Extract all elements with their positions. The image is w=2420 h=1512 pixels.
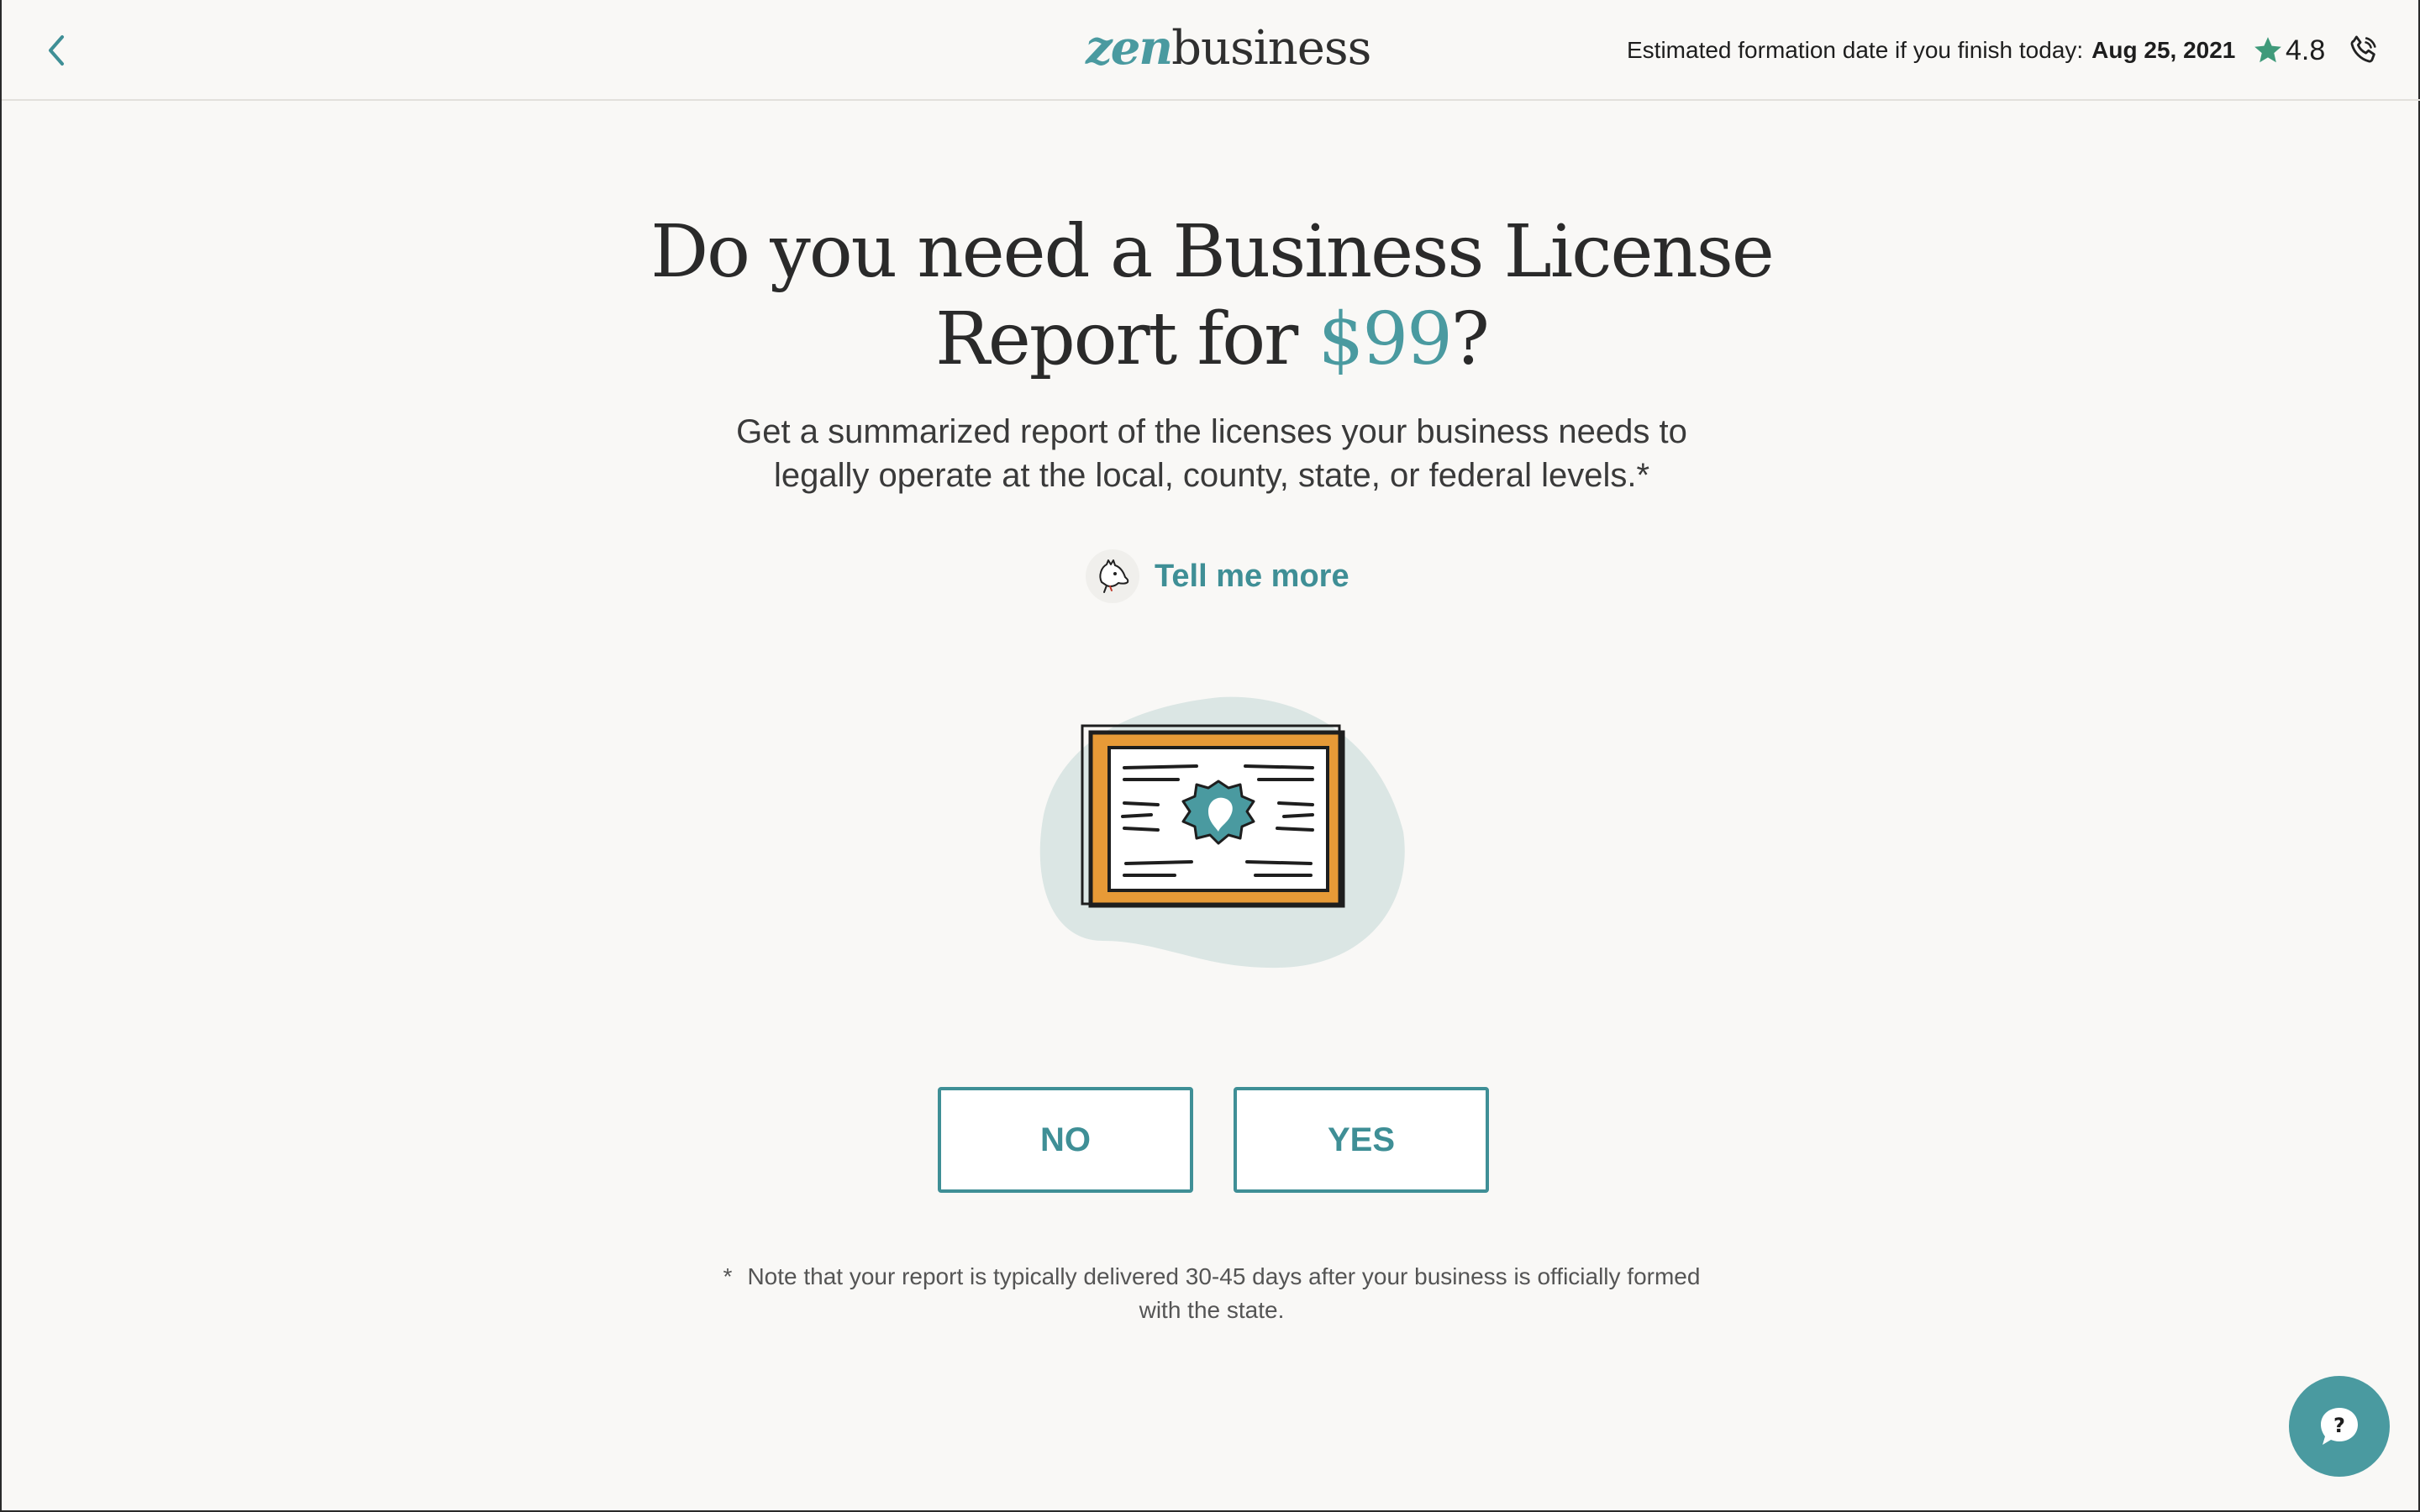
page-title: Do you need a Business License Report fo… [623,208,1800,383]
yes-button[interactable]: YES [1234,1087,1489,1193]
phone-button[interactable] [2348,34,2380,66]
footnote-asterisk: * [723,1263,733,1289]
back-button[interactable] [40,29,74,72]
top-header: zen business Estimated formation date if … [2,0,2420,101]
estimate-date: Aug 25, 2021 [2091,37,2236,63]
chevron-left-icon [49,35,64,66]
star-icon [2254,37,2281,63]
license-certificate-illustration [1010,689,1413,974]
title-text: Do you need a Business License Report fo… [650,210,1775,381]
question-chat-icon: ? [2321,1408,2358,1445]
logo-business: business [1171,21,1371,76]
title-end: ? [1450,297,1490,381]
estimate-label: Estimated formation date if you finish t… [1627,37,2084,63]
no-button[interactable]: NO [938,1087,1193,1193]
phone-icon [2350,35,2376,63]
tell-me-more-link[interactable]: Tell me more [1086,548,1349,605]
page-subtitle: Get a summarized report of the licenses … [736,413,1687,494]
logo-zen: zen [1086,20,1173,76]
title-price: $99 [1318,297,1453,381]
tell-me-more-label: Tell me more [1155,558,1349,594]
dog-mascot-icon [1086,549,1139,603]
footnote-text: Note that your report is typically deliv… [747,1263,1701,1323]
estimated-formation-date: Estimated formation date if you finish t… [1627,34,2235,67]
help-chat-button[interactable]: ? [2289,1376,2390,1477]
svg-text:?: ? [2333,1414,2345,1437]
page-frame: zen business Estimated formation date if … [0,0,2420,1512]
rating: 4.8 [2252,30,2325,71]
footnote: * Note that your report is typically deli… [708,1260,1716,1327]
rating-value: 4.8 [2286,34,2326,66]
zenbusiness-logo[interactable]: zen business [1086,18,1371,77]
